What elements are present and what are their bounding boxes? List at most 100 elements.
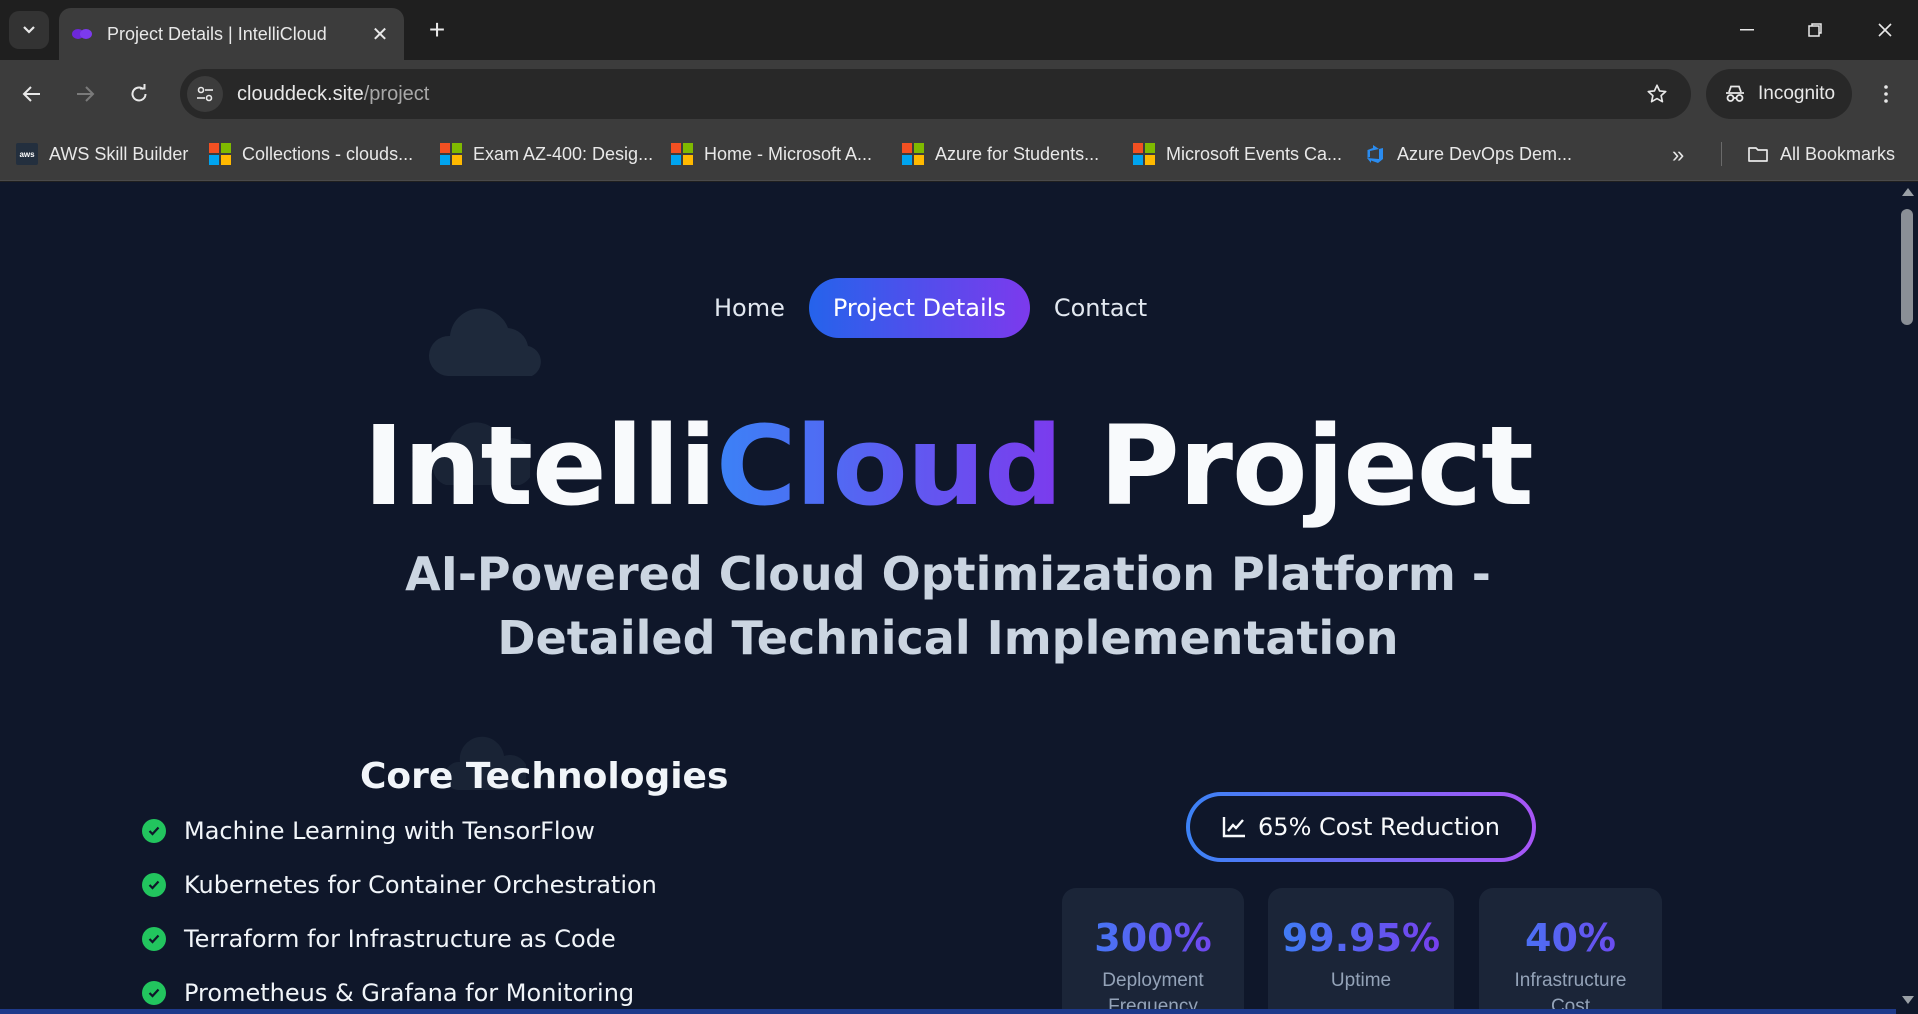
badge-label: 65% Cost Reduction <box>1258 813 1500 841</box>
bookmark-label: Microsoft Events Ca... <box>1166 143 1343 164</box>
arrow-right-icon <box>77 86 95 102</box>
stat-card-deployment: 300% Deployment Frequency <box>1062 888 1244 1014</box>
stat-value: 300% <box>1062 916 1244 960</box>
stat-label: Deployment Frequency <box>1102 970 1204 1014</box>
bookmark-aws-skill-builder[interactable]: aws AWS Skill Builder <box>16 139 188 169</box>
bookmark-label: AWS Skill Builder <box>49 143 189 164</box>
url-host: clouddeck.site <box>237 82 364 105</box>
all-bookmarks-label: All Bookmarks <box>1780 143 1896 164</box>
bookmarks-bar: aws AWS Skill Builder Collections - clou… <box>0 128 1918 181</box>
tab-strip: Project Details | IntelliCloud ✕ + <box>0 0 1918 60</box>
bookmark-label: Exam AZ-400: Desig... <box>473 143 654 164</box>
minimize-button[interactable] <box>1722 10 1772 50</box>
back-button[interactable] <box>13 75 51 113</box>
check-circle-icon <box>142 981 166 1005</box>
nav-home[interactable]: Home <box>690 278 809 338</box>
bookmark-azure-devops[interactable]: Azure DevOps Dem... <box>1364 139 1572 169</box>
tech-label: Kubernetes for Container Orchestration <box>184 871 657 899</box>
core-technologies-title: Core Technologies <box>360 756 729 797</box>
bookmark-label: Collections - clouds... <box>242 143 414 164</box>
check-circle-icon <box>142 927 166 951</box>
tune-icon <box>197 86 213 102</box>
tech-label: Terraform for Infrastructure as Code <box>184 925 616 953</box>
url-text[interactable]: clouddeck.site/project <box>237 83 1637 106</box>
scroll-up-arrow-icon[interactable] <box>1902 188 1914 196</box>
microsoft-icon <box>440 143 462 165</box>
stat-label: Infrastructure Cost <box>1514 970 1627 1014</box>
page-scrollbar[interactable] <box>1896 182 1918 1014</box>
list-item: Prometheus & Grafana for Monitoring <box>142 966 657 1014</box>
stat-card-uptime: 99.95% Uptime <box>1268 888 1454 1014</box>
badge-content: 65% Cost Reduction <box>1190 796 1532 858</box>
more-bookmarks-icon[interactable]: » <box>1672 142 1684 168</box>
stat-label: Uptime <box>1330 970 1392 991</box>
bookmarks-divider <box>1721 142 1722 166</box>
list-item: Machine Learning with TensorFlow <box>142 804 657 858</box>
bookmark-microsoft-events[interactable]: Microsoft Events Ca... <box>1133 139 1342 169</box>
close-tab-icon[interactable]: ✕ <box>368 22 392 47</box>
page-bottom-border <box>0 1009 1896 1014</box>
bookmark-star-button[interactable] <box>1637 74 1677 114</box>
microsoft-icon <box>902 143 924 165</box>
chevron-down-icon <box>23 26 35 34</box>
list-item: Kubernetes for Container Orchestration <box>142 858 657 912</box>
incognito-indicator[interactable]: Incognito <box>1706 69 1852 119</box>
aws-icon: aws <box>16 143 38 165</box>
chart-line-icon <box>1222 817 1246 838</box>
tech-label: Machine Learning with TensorFlow <box>184 817 595 845</box>
stat-card-infrastructure: 40% Infrastructure Cost <box>1479 888 1662 1014</box>
browser-toolbar: clouddeck.site/project Incognito <box>0 60 1918 128</box>
minimize-icon <box>1740 29 1754 31</box>
reload-button[interactable] <box>120 75 158 113</box>
site-nav: Home Project Details Contact <box>690 278 1171 338</box>
decorative-cloud-icon <box>428 308 541 376</box>
cost-reduction-badge: 65% Cost Reduction <box>1186 792 1536 862</box>
all-bookmarks-button[interactable]: All Bookmarks <box>1747 139 1895 169</box>
scrollbar-thumb[interactable] <box>1901 209 1913 325</box>
stat-value: 99.95% <box>1268 916 1454 960</box>
new-tab-button[interactable]: + <box>422 12 452 48</box>
folder-icon <box>1748 147 1768 162</box>
microsoft-icon <box>1133 143 1155 165</box>
microsoft-icon <box>209 143 231 165</box>
incognito-label: Incognito <box>1758 83 1836 104</box>
hero-title-accent: Cloud <box>715 402 1063 530</box>
active-tab[interactable]: Project Details | IntelliCloud ✕ <box>59 8 404 60</box>
hero-title: IntelliCloud Project <box>0 402 1896 530</box>
scroll-down-arrow-icon[interactable] <box>1902 996 1914 1004</box>
more-vertical-icon <box>1884 85 1888 103</box>
tab-search-button[interactable] <box>9 11 49 49</box>
browser-menu-button[interactable] <box>1868 75 1904 113</box>
hero-title-part2: Project <box>1061 402 1534 530</box>
microsoft-icon <box>671 143 693 165</box>
restore-icon <box>1808 23 1822 37</box>
address-bar[interactable]: clouddeck.site/project <box>180 69 1691 119</box>
nav-project-details[interactable]: Project Details <box>808 278 1030 338</box>
bookmark-home-microsoft[interactable]: Home - Microsoft A... <box>671 139 872 169</box>
bookmark-label: Home - Microsoft A... <box>704 143 873 164</box>
close-icon <box>1878 23 1892 37</box>
reload-icon <box>131 84 147 102</box>
nav-contact[interactable]: Contact <box>1030 278 1171 338</box>
tech-label: Prometheus & Grafana for Monitoring <box>184 979 635 1007</box>
stat-value: 40% <box>1479 916 1662 960</box>
bookmark-exam-az-400[interactable]: Exam AZ-400: Desig... <box>440 139 653 169</box>
azure-devops-icon <box>1367 145 1383 163</box>
url-path: /project <box>363 82 430 105</box>
forward-button[interactable] <box>66 75 104 113</box>
bookmark-collections[interactable]: Collections - clouds... <box>209 139 413 169</box>
hero-title-part1: Intelli <box>363 402 717 530</box>
page-viewport: Home Project Details Contact IntelliClou… <box>0 182 1896 1014</box>
restore-button[interactable] <box>1790 10 1840 50</box>
bookmark-label: Azure DevOps Dem... <box>1397 143 1573 164</box>
arrow-left-icon <box>22 86 40 102</box>
site-favicon-icon <box>72 29 92 39</box>
hero-subtitle: AI-Powered Cloud Optimization Platform -… <box>405 547 1491 665</box>
incognito-icon <box>1726 85 1744 102</box>
check-circle-icon <box>142 873 166 897</box>
site-info-button[interactable] <box>187 76 223 112</box>
bookmark-label: Azure for Students... <box>935 143 1100 164</box>
close-window-button[interactable] <box>1860 10 1910 50</box>
bookmark-azure-for-students[interactable]: Azure for Students... <box>902 139 1099 169</box>
star-icon <box>1647 84 1667 103</box>
